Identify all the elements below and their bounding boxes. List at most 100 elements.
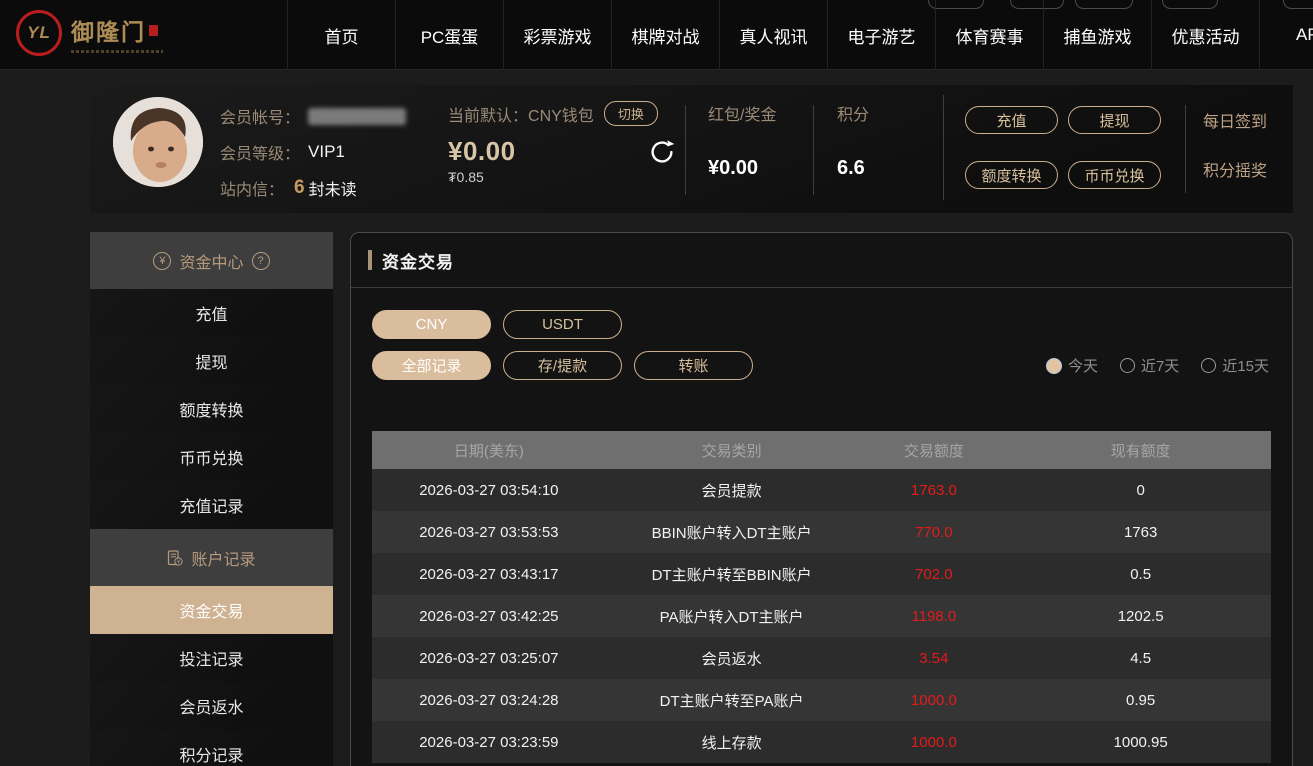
nav-item-棋牌对战[interactable]: 棋牌对战	[611, 0, 719, 70]
currency-tab-USDT[interactable]: USDT	[503, 310, 622, 339]
table-header-cell: 现有额度	[1110, 442, 1171, 460]
date-filters: 今天 近7天 近15天	[1045, 355, 1269, 376]
cell-type: 会员提款	[701, 482, 762, 500]
sidebar-item-提现[interactable]: 提现	[90, 337, 333, 385]
cell-balance: 0.5	[1130, 565, 1152, 583]
wallet-usdt-amount: ₮0.85	[448, 169, 484, 185]
cell-type: DT主账户转至PA账户	[659, 692, 804, 710]
radio-label: 今天	[1067, 358, 1098, 375]
avatar[interactable]	[113, 97, 203, 187]
account-number-redacted	[308, 107, 407, 125]
record-tabs: 全部记录 存/提款 转账	[372, 351, 753, 380]
panel-title-row: 资金交易	[351, 233, 1292, 288]
record-tab-存/提款[interactable]: 存/提款	[503, 351, 622, 380]
cell-amount: 1198.0	[911, 607, 957, 625]
cell-type: PA账户转入DT主账户	[659, 608, 804, 626]
cell-amount: 1000.0	[910, 691, 957, 709]
nav-item-PC蛋蛋[interactable]: PC蛋蛋	[395, 0, 503, 70]
cell-type: 会员返水	[701, 650, 762, 668]
action-button-币币兑换[interactable]: 币币兑换	[1068, 161, 1161, 189]
table-row: 2026-03-27 03:25:07 会员返水 3.54 4.5	[372, 637, 1271, 679]
table-row: 2026-03-27 03:23:59 线上存款 1000.0 1000.95	[372, 721, 1271, 763]
cell-amount: 702.0	[915, 565, 953, 583]
wallet-switch-button[interactable]: 切换	[603, 101, 658, 126]
cell-balance: 4.5	[1130, 649, 1152, 667]
points-block: 积分 6.6	[837, 101, 869, 180]
nav-item-真人视讯[interactable]: 真人视讯	[719, 0, 827, 70]
date-filter-今天[interactable]: 今天	[1045, 355, 1098, 376]
yuan-circle-icon: ¥	[153, 251, 172, 270]
nav-item-APP[interactable]: APP	[1259, 0, 1313, 70]
inbox-count[interactable]: 6	[294, 177, 305, 199]
daily-links: 每日签到 积分摇奖	[1203, 108, 1267, 181]
sidebar-item-积分记录[interactable]: 积分记录	[90, 730, 333, 766]
wallet-cny-amount: ¥0.00	[448, 136, 516, 166]
top-navigation: YL 御隆门 首页 PC蛋蛋 彩票游戏 棋牌对战 真人视讯 电子游艺 体育赛事 捕鱼游戏 优惠活…	[0, 0, 1313, 70]
cell-balance: 1000.95	[1113, 733, 1168, 751]
record-filter-row: 全部记录 存/提款 转账 今天 近7天 近15天	[372, 351, 1269, 380]
link-每日签到[interactable]: 每日签到	[1203, 108, 1267, 132]
action-button-充值[interactable]: 充值	[965, 106, 1058, 134]
sidebar-item-充值记录[interactable]: 充值记录	[90, 481, 333, 529]
divider	[1185, 105, 1186, 193]
nav-item-彩票游戏[interactable]: 彩票游戏	[503, 0, 611, 70]
radio-icon	[1119, 358, 1135, 373]
action-button-额度转换[interactable]: 额度转换	[965, 161, 1058, 189]
cell-date: 2026-03-27 03:25:07	[419, 649, 559, 667]
radio-icon	[1201, 358, 1217, 373]
cell-type: DT主账户转至BBIN账户	[651, 566, 812, 584]
cell-type: 线上存款	[701, 734, 762, 752]
table-body: 2026-03-27 03:54:10 会员提款 1763.0 0 2026-03-27…	[372, 469, 1271, 763]
table-header-row: 日期(美东) 交易类别 交易额度 现有额度	[372, 431, 1271, 469]
sidebar-item-充值[interactable]: 充值	[90, 289, 333, 337]
cell-amount: 3.54	[919, 649, 949, 667]
cell-date: 2026-03-27 03:42:25	[419, 607, 559, 625]
member-info: 会员帐号： 会员等级： VIP1 站内信： 6 封未读	[220, 101, 407, 209]
transactions-table: 日期(美东) 交易类别 交易额度 现有额度 2026-03-27 03:54:10 会员…	[372, 431, 1271, 763]
wallet-default-label: 当前默认：	[448, 107, 529, 125]
date-filter-近7天[interactable]: 近7天	[1119, 355, 1179, 376]
cell-balance: 1763	[1123, 523, 1158, 541]
cell-amount: 1000.0	[910, 733, 957, 751]
inbox-label: 站内信：	[220, 182, 285, 199]
brand-logo[interactable]: YL 御隆门	[16, 10, 163, 56]
currency-tab-CNY[interactable]: CNY	[372, 310, 491, 339]
bonus-block: 红包/奖金 ¥0.00	[708, 101, 776, 180]
sidebar-item-会员返水[interactable]: 会员返水	[90, 682, 333, 730]
main-menu: 首页PC蛋蛋彩票游戏棋牌对战真人视讯电子游艺体育赛事捕鱼游戏优惠活动APP	[287, 0, 1313, 70]
cell-balance: 0.95	[1126, 691, 1156, 709]
table-header-cell: 交易额度	[903, 442, 964, 460]
nav-item-优惠活动[interactable]: 优惠活动	[1151, 0, 1259, 70]
cell-date: 2026-03-27 03:43:17	[419, 565, 559, 583]
sidebar-item-币币兑换[interactable]: 币币兑换	[90, 433, 333, 481]
refresh-balance-button[interactable]	[646, 137, 678, 169]
link-积分摇奖[interactable]: 积分摇奖	[1203, 157, 1267, 181]
table-row: 2026-03-27 03:43:17 DT主账户转至BBIN账户 702.0 0.5	[372, 553, 1271, 595]
sidebar-item-资金交易[interactable]: 资金交易	[90, 586, 333, 634]
cell-amount: 1763.0	[910, 481, 957, 499]
action-button-提现[interactable]: 提现	[1068, 106, 1161, 134]
account-label: 会员帐号：	[220, 110, 301, 127]
date-filter-近15天[interactable]: 近15天	[1201, 355, 1269, 376]
question-circle-icon[interactable]: ?	[251, 251, 270, 270]
currency-tabs: CNY USDT	[372, 310, 622, 339]
divider	[685, 105, 686, 195]
nav-item-电子游艺[interactable]: 电子游艺	[827, 0, 935, 70]
cell-amount: 770.0	[915, 523, 953, 541]
divider	[943, 95, 944, 200]
level-value: VIP1	[308, 142, 345, 161]
sidebar-item-额度转换[interactable]: 额度转换	[90, 385, 333, 433]
cell-date: 2026-03-27 03:54:10	[419, 481, 559, 499]
bonus-label: 红包/奖金	[708, 107, 777, 124]
user-summary-panel: 会员帐号： 会员等级： VIP1 站内信： 6 封未读 当前默认：CNY钱包 切…	[90, 85, 1293, 213]
divider	[813, 105, 814, 195]
table-row: 2026-03-27 03:53:53 BBIN账户转入DT主账户 770.0 176…	[372, 511, 1271, 553]
nav-item-体育赛事[interactable]: 体育赛事	[935, 0, 1043, 70]
record-tab-全部记录[interactable]: 全部记录	[372, 351, 491, 380]
nav-item-捕鱼游戏[interactable]: 捕鱼游戏	[1043, 0, 1151, 70]
nav-item-首页[interactable]: 首页	[287, 0, 395, 70]
sidebar-item-投注记录[interactable]: 投注记录	[90, 634, 333, 682]
record-tab-转账[interactable]: 转账	[634, 351, 753, 380]
title-accent-bar	[368, 250, 372, 270]
sidebar: ¥ 资金中心? 充值 提现 额度转换 币币兑换 充值记录 ¥ 账户记录 资金交易 投注记录 会员返水积…	[90, 232, 333, 766]
